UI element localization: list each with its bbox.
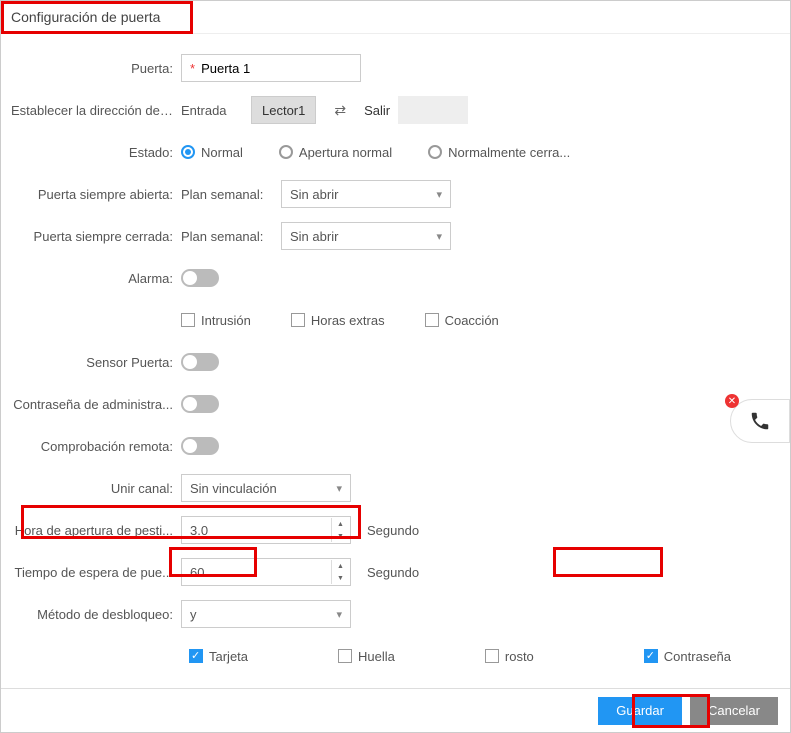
radio-normalmente-cerrada[interactable]: Normalmente cerra... — [428, 145, 570, 160]
toggle-alarma[interactable] — [181, 269, 219, 287]
required-star: * — [190, 61, 195, 76]
toggle-admin-pass[interactable] — [181, 395, 219, 413]
dialog-title: Configuración de puerta — [1, 1, 790, 34]
label-apertura: Hora de apertura de pesti... — [11, 523, 181, 538]
toggle-remota[interactable] — [181, 437, 219, 455]
label-puerta: Puerta: — [11, 61, 181, 76]
select-unir-canal[interactable]: Sin vinculación — [181, 474, 351, 502]
toggle-sensor[interactable] — [181, 353, 219, 371]
dialog-footer: Guardar Cancelar — [1, 688, 790, 732]
label-alarma: Alarma: — [11, 271, 181, 286]
label-metodo: Método de desbloqueo: — [11, 607, 181, 622]
plan-semanal-label-2: Plan semanal: — [181, 229, 267, 244]
check-rosto[interactable]: rosto — [485, 649, 534, 664]
label-remota: Comprobación remota: — [11, 439, 181, 454]
label-direccion: Establecer la dirección del... — [11, 103, 181, 118]
unit-segundo-1: Segundo — [367, 523, 419, 538]
check-tarjeta[interactable]: Tarjeta — [189, 649, 248, 664]
entrada-label: Entrada — [181, 103, 237, 118]
radio-apertura-normal[interactable]: Apertura normal — [279, 145, 392, 160]
spinner-up-icon[interactable]: ▲ — [331, 518, 349, 530]
puerta-input[interactable] — [201, 56, 351, 80]
phone-widget[interactable]: ✕ — [730, 399, 790, 443]
salir-label: Salir — [364, 103, 390, 118]
reader-salir[interactable] — [398, 96, 468, 124]
spinner-up-icon[interactable]: ▲ — [331, 560, 349, 572]
close-icon[interactable]: ✕ — [725, 394, 739, 408]
select-plan-cerrada[interactable]: Sin abrir — [281, 222, 451, 250]
label-espera: Tiempo de espera de pue... — [11, 565, 181, 580]
select-plan-abierta[interactable]: Sin abrir — [281, 180, 451, 208]
cancelar-button[interactable]: Cancelar — [690, 697, 778, 725]
label-unir-canal: Unir canal: — [11, 481, 181, 496]
guardar-button[interactable]: Guardar — [598, 697, 682, 725]
spinner-espera[interactable]: 60 ▲▼ — [181, 558, 351, 586]
label-admin-pass: Contraseña de administra... — [11, 397, 181, 412]
phone-icon — [749, 410, 771, 432]
check-huella[interactable]: Huella — [338, 649, 395, 664]
label-estado: Estado: — [11, 145, 181, 160]
swap-icon[interactable]: ⇄ — [334, 102, 346, 119]
check-coaccion[interactable]: Coacción — [425, 313, 499, 328]
reader-entrada[interactable]: Lector1 — [251, 96, 316, 124]
label-sensor: Sensor Puerta: — [11, 355, 181, 370]
spinner-down-icon[interactable]: ▼ — [331, 572, 349, 584]
lector1-segment[interactable]: Lector1 — [252, 97, 315, 123]
check-horas-extras[interactable]: Horas extras — [291, 313, 385, 328]
spinner-apertura[interactable]: 3.0 ▲▼ — [181, 516, 351, 544]
check-intrusion[interactable]: Intrusión — [181, 313, 251, 328]
check-contrasena[interactable]: Contraseña — [644, 649, 731, 664]
label-siempre-cerrada: Puerta siempre cerrada: — [11, 229, 181, 244]
plan-semanal-label-1: Plan semanal: — [181, 187, 267, 202]
spinner-down-icon[interactable]: ▼ — [331, 530, 349, 542]
label-siempre-abierta: Puerta siempre abierta: — [11, 187, 181, 202]
unit-segundo-2: Segundo — [367, 565, 419, 580]
select-metodo[interactable]: y — [181, 600, 351, 628]
radio-normal[interactable]: Normal — [181, 145, 243, 160]
